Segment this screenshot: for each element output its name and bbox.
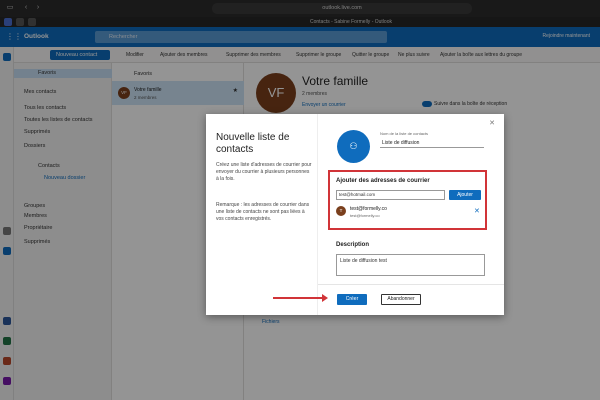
list-name-input[interactable]: Liste de diffusion [380, 139, 484, 148]
dialog-note: Remarque : les adresses de courrier dans… [216, 202, 310, 222]
dialog-description: Créez une liste d'adresses de courrier p… [216, 162, 312, 182]
list-name-label: Nom de la liste de contacts [380, 131, 429, 136]
group-icon: ⚇ [337, 130, 370, 163]
add-emails-heading: Ajouter des adresses de courrier [336, 178, 430, 184]
description-input[interactable]: Liste de diffusion test [336, 254, 485, 276]
member-name: test@formelly.co [350, 206, 387, 212]
close-icon[interactable]: ✕ [489, 119, 495, 127]
annotation-arrow [273, 297, 325, 299]
dialog-title: Nouvelle liste de contacts [216, 132, 290, 155]
create-button[interactable]: Créer [337, 294, 367, 305]
member-email: test@formelly.co [350, 213, 380, 218]
member-avatar: T [336, 206, 346, 216]
add-button[interactable]: Ajouter [449, 190, 481, 200]
email-input[interactable]: test@hotmail.com [336, 190, 445, 200]
description-heading: Description [336, 242, 370, 248]
cancel-button[interactable]: Abandonner [381, 294, 421, 305]
remove-member-icon[interactable]: ✕ [474, 207, 480, 215]
annotation-arrowhead [322, 294, 328, 302]
dialog-info-panel: Nouvelle liste de contacts Créez une lis… [206, 114, 318, 315]
dialog-divider [318, 284, 504, 285]
new-contact-list-dialog: Nouvelle liste de contacts Créez une lis… [206, 114, 504, 315]
